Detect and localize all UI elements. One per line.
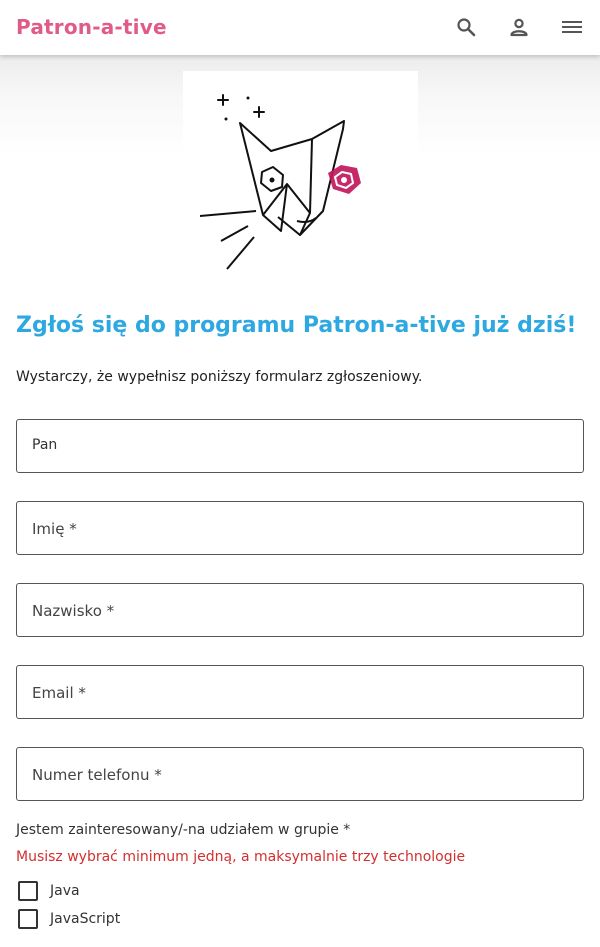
checkbox[interactable] bbox=[18, 881, 38, 901]
option-label: JavaScript bbox=[50, 911, 121, 927]
email-field[interactable]: Email * bbox=[16, 665, 584, 719]
group-question-label: Jestem zainteresowany/-na udziałem w gru… bbox=[16, 822, 351, 838]
first-name-field[interactable]: Imię * bbox=[16, 501, 584, 555]
phone-field[interactable]: Numer telefonu * bbox=[16, 747, 584, 801]
option-javascript[interactable]: JavaScript bbox=[18, 908, 120, 930]
page-title: Zgłoś się do programu Patron-a-tive już … bbox=[16, 313, 577, 338]
option-java[interactable]: Java bbox=[18, 880, 80, 902]
search-icon[interactable] bbox=[454, 15, 478, 39]
salutation-select[interactable]: Pan bbox=[16, 419, 584, 473]
last-name-label: Nazwisko * bbox=[32, 602, 115, 620]
checkbox[interactable] bbox=[18, 909, 38, 929]
top-app-bar: Patron-a-tive bbox=[0, 0, 600, 55]
brand-logo-text[interactable]: Patron-a-tive bbox=[16, 15, 167, 39]
cat-mascot-logo bbox=[183, 71, 418, 281]
email-label: Email * bbox=[32, 684, 86, 702]
first-name-label: Imię * bbox=[32, 520, 77, 538]
person-icon[interactable] bbox=[507, 15, 531, 39]
menu-icon[interactable] bbox=[560, 15, 584, 39]
intro-text: Wystarczy, że wypełnisz poniższy formula… bbox=[16, 369, 423, 385]
option-label: Java bbox=[50, 883, 80, 899]
salutation-value: Pan bbox=[32, 437, 58, 453]
phone-label: Numer telefonu * bbox=[32, 766, 162, 784]
last-name-field[interactable]: Nazwisko * bbox=[16, 583, 584, 637]
group-error-message: Musisz wybrać minimum jedną, a maksymaln… bbox=[16, 849, 466, 865]
